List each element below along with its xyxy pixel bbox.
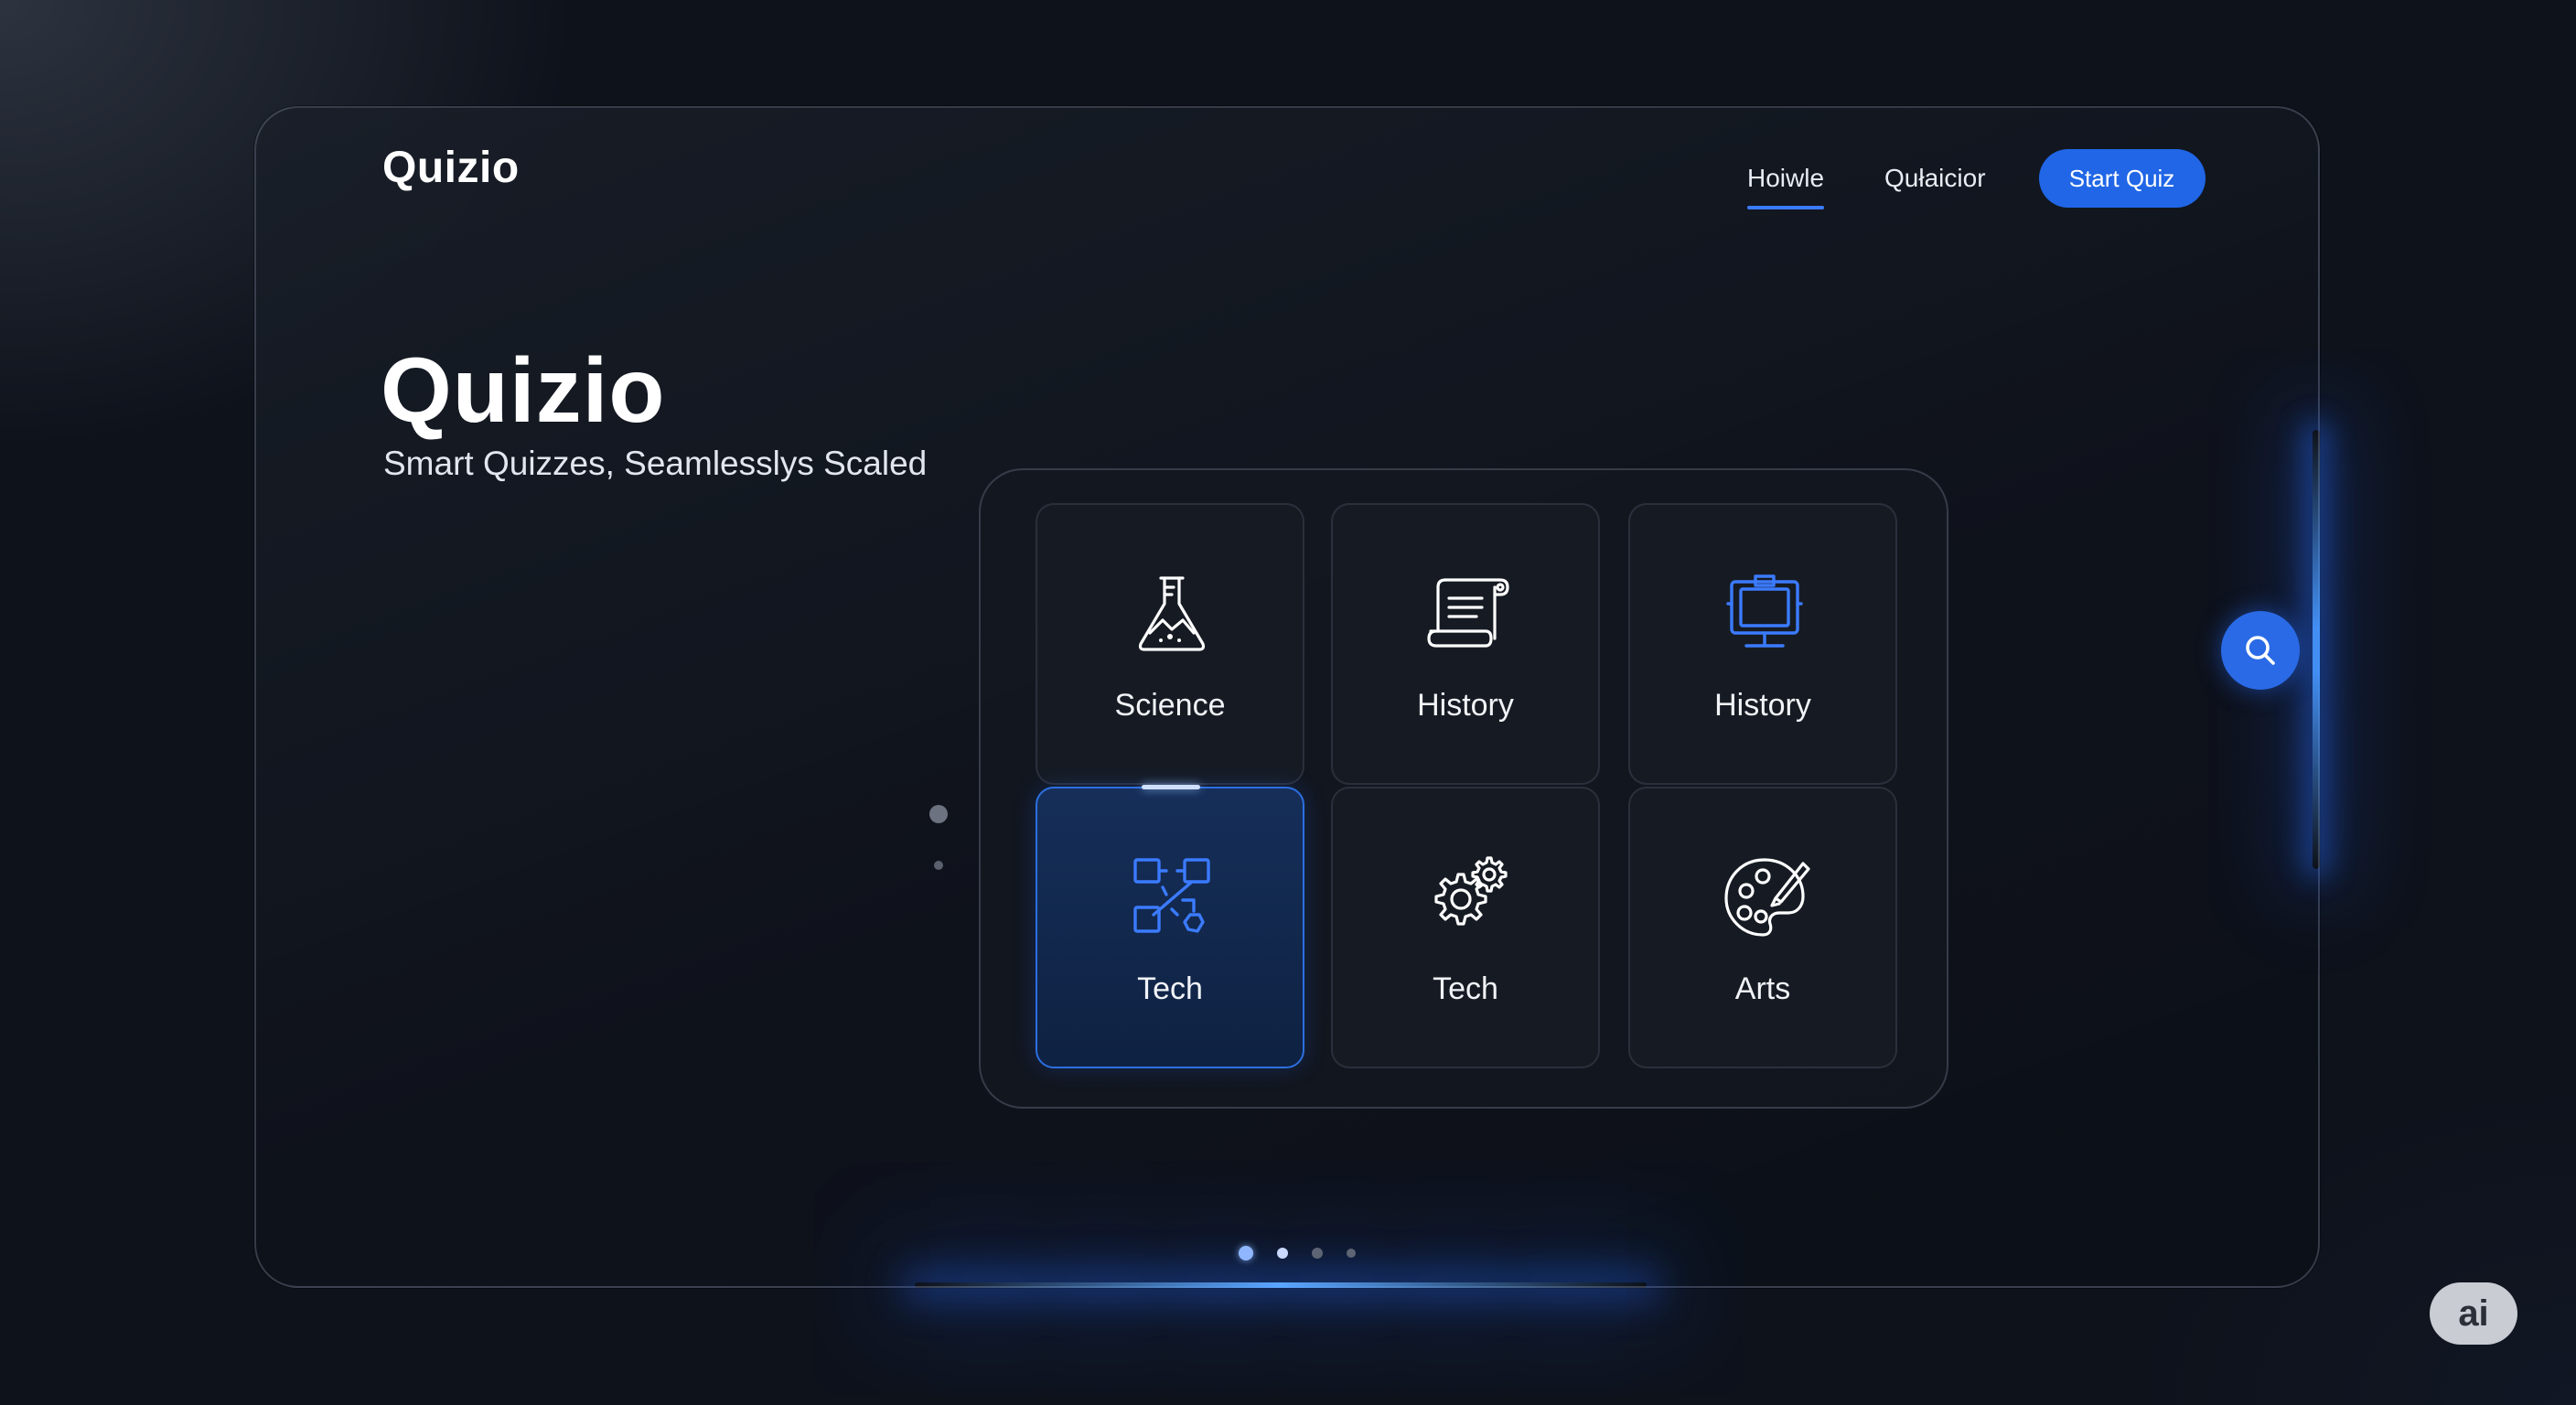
- nav-link-quiz[interactable]: Qułaicior: [1884, 164, 1985, 193]
- right-edge-glow: [2313, 430, 2320, 869]
- hero-subtitle: Smart Quizzes, Seamlesslys Scaled: [383, 445, 928, 482]
- category-card-history-2[interactable]: History: [1628, 503, 1897, 785]
- scroll-icon: [1427, 578, 1509, 648]
- search-icon: [2246, 636, 2275, 665]
- start-quiz-button[interactable]: Start Quiz: [2038, 149, 2206, 208]
- pagination-dots: [1239, 1246, 1379, 1260]
- gears-icon: [1434, 856, 1508, 926]
- top-nav: Hoiwle Qułaicior Start Quiz: [1747, 146, 2206, 210]
- brand-logo[interactable]: Quizio: [382, 143, 520, 193]
- category-label: Science: [1114, 688, 1226, 723]
- ai-badge: ai: [2430, 1282, 2517, 1345]
- category-card-arts[interactable]: Arts: [1628, 787, 1897, 1068]
- pager-dot[interactable]: [1277, 1248, 1288, 1259]
- pager-dot[interactable]: [1312, 1248, 1323, 1259]
- category-label: Arts: [1734, 971, 1791, 1006]
- category-card-history[interactable]: History: [1331, 503, 1600, 785]
- category-card-science[interactable]: Science: [1036, 503, 1304, 785]
- palette-icon: [1724, 858, 1810, 937]
- side-indicator-dot[interactable]: [929, 805, 948, 823]
- pager-dot[interactable]: [1347, 1249, 1356, 1258]
- search-button[interactable]: [2221, 611, 2300, 690]
- bottom-edge-glow: [915, 1282, 1647, 1288]
- monitor-clipboard-icon: [1726, 574, 1803, 648]
- pager-dot-active[interactable]: [1239, 1246, 1253, 1260]
- hero-title: Quizio: [381, 339, 666, 442]
- nav-link-home[interactable]: Hoiwle: [1747, 164, 1825, 209]
- category-label: History: [1714, 688, 1811, 723]
- category-label: Tech: [1137, 971, 1203, 1006]
- category-card-tech[interactable]: Tech: [1036, 787, 1304, 1068]
- circuit-icon: [1133, 858, 1210, 933]
- category-label: History: [1417, 688, 1514, 723]
- side-indicator-dot[interactable]: [934, 861, 943, 870]
- category-label: Tech: [1433, 971, 1498, 1006]
- selected-card-indicator: [1142, 785, 1200, 789]
- page: Quizio Hoiwle Qułaicior Start Quiz Quizi…: [0, 0, 2576, 1405]
- category-card-tech-2[interactable]: Tech: [1331, 787, 1600, 1068]
- flask-icon: [1138, 576, 1206, 651]
